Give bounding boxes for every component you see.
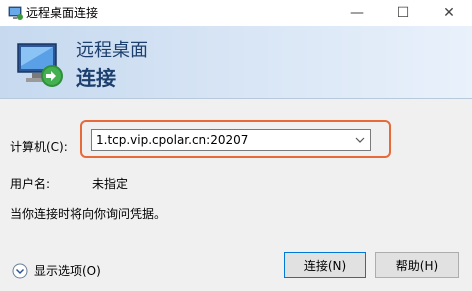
chevron-down-icon[interactable] bbox=[354, 134, 366, 146]
window-title: 远程桌面连接 bbox=[26, 6, 99, 20]
computer-value[interactable]: 1.tcp.vip.cpolar.cn:20207 bbox=[96, 133, 248, 147]
header-banner: 远程桌面 连接 bbox=[0, 26, 472, 99]
computer-combobox[interactable]: 1.tcp.vip.cpolar.cn:20207 bbox=[91, 129, 371, 151]
header-title-line2: 连接 bbox=[76, 66, 116, 90]
remote-desktop-icon bbox=[17, 43, 63, 87]
remote-desktop-app-icon bbox=[8, 6, 23, 20]
connect-button[interactable]: 连接(N) bbox=[284, 252, 366, 278]
expand-circle-icon[interactable] bbox=[12, 263, 28, 279]
show-options-toggle[interactable]: 显示选项(O) bbox=[12, 262, 101, 279]
title-bar: 远程桌面连接 — ☐ ✕ bbox=[0, 0, 472, 26]
show-options-label[interactable]: 显示选项(O) bbox=[34, 262, 101, 279]
maximize-button[interactable]: ☐ bbox=[380, 0, 426, 26]
minimize-button[interactable]: — bbox=[334, 0, 380, 26]
computer-label: 计算机(C): bbox=[10, 140, 68, 154]
close-button[interactable]: ✕ bbox=[426, 0, 472, 26]
help-button[interactable]: 帮助(H) bbox=[375, 252, 459, 278]
credentials-hint: 当你连接时将向你询问凭据。 bbox=[10, 207, 167, 221]
header-title-line1: 远程桌面 bbox=[76, 40, 148, 61]
username-value: 未指定 bbox=[92, 177, 129, 191]
username-label: 用户名: bbox=[10, 177, 51, 191]
